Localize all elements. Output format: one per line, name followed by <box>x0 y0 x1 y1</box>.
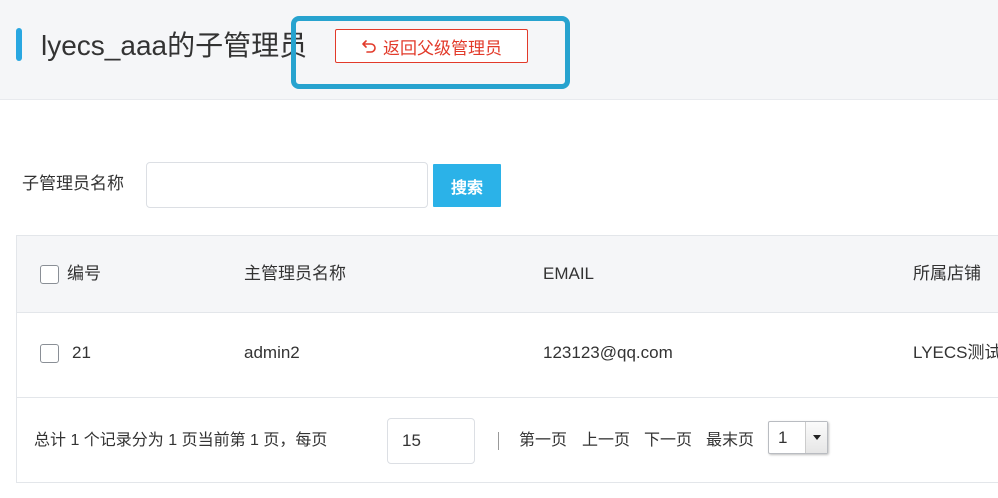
table-header: 编号 主管理员名称 EMAIL 所属店铺 <box>17 236 998 313</box>
back-button-label: 返回父级管理员 <box>383 38 502 58</box>
column-header-admin-name: 主管理员名称 <box>244 264 346 283</box>
prev-page-link[interactable]: 上一页 <box>582 429 630 453</box>
pagination-bar: 总计 1 个记录分为 1 页当前第 1 页，每页 第一页 上一页 下一页 最末页… <box>17 398 998 483</box>
title-accent-bar <box>16 28 22 61</box>
column-header-email: EMAIL <box>543 264 595 283</box>
undo-arrow-icon <box>362 40 376 53</box>
back-to-parent-admin-button[interactable]: 返回父级管理员 <box>335 29 528 63</box>
column-header-shop: 所属店铺 <box>913 264 981 283</box>
column-header-id: 编号 <box>67 264 101 283</box>
select-all-checkbox[interactable] <box>40 265 59 284</box>
chevron-down-icon <box>805 422 827 453</box>
page-size-input[interactable] <box>387 418 475 464</box>
last-page-link[interactable]: 最末页 <box>706 429 754 453</box>
page-select-value: 1 <box>778 428 788 447</box>
row-email: 123123@qq.com <box>543 343 673 362</box>
row-shop: LYECS测试 <box>913 343 998 362</box>
first-page-link[interactable]: 第一页 <box>519 429 567 453</box>
pagination-divider <box>498 432 499 450</box>
admin-table: 编号 主管理员名称 EMAIL 所属店铺 21 admin2 123123@qq… <box>16 235 998 483</box>
row-admin-name: admin2 <box>244 343 300 362</box>
pagination-summary: 总计 1 个记录分为 1 页当前第 1 页，每页 <box>34 432 328 449</box>
row-id: 21 <box>72 343 91 362</box>
page-title: lyecs_aaa的子管理员 <box>41 30 308 61</box>
row-checkbox[interactable] <box>40 344 59 363</box>
table-row: 21 admin2 123123@qq.com LYECS测试 <box>17 313 998 398</box>
search-button[interactable]: 搜索 <box>433 164 501 207</box>
page-select[interactable]: 1 <box>768 421 828 454</box>
search-label: 子管理员名称 <box>22 174 124 193</box>
next-page-link[interactable]: 下一页 <box>644 429 692 453</box>
sub-admin-name-input[interactable] <box>146 162 428 208</box>
page-header: lyecs_aaa的子管理员 返回父级管理员 <box>0 0 998 100</box>
